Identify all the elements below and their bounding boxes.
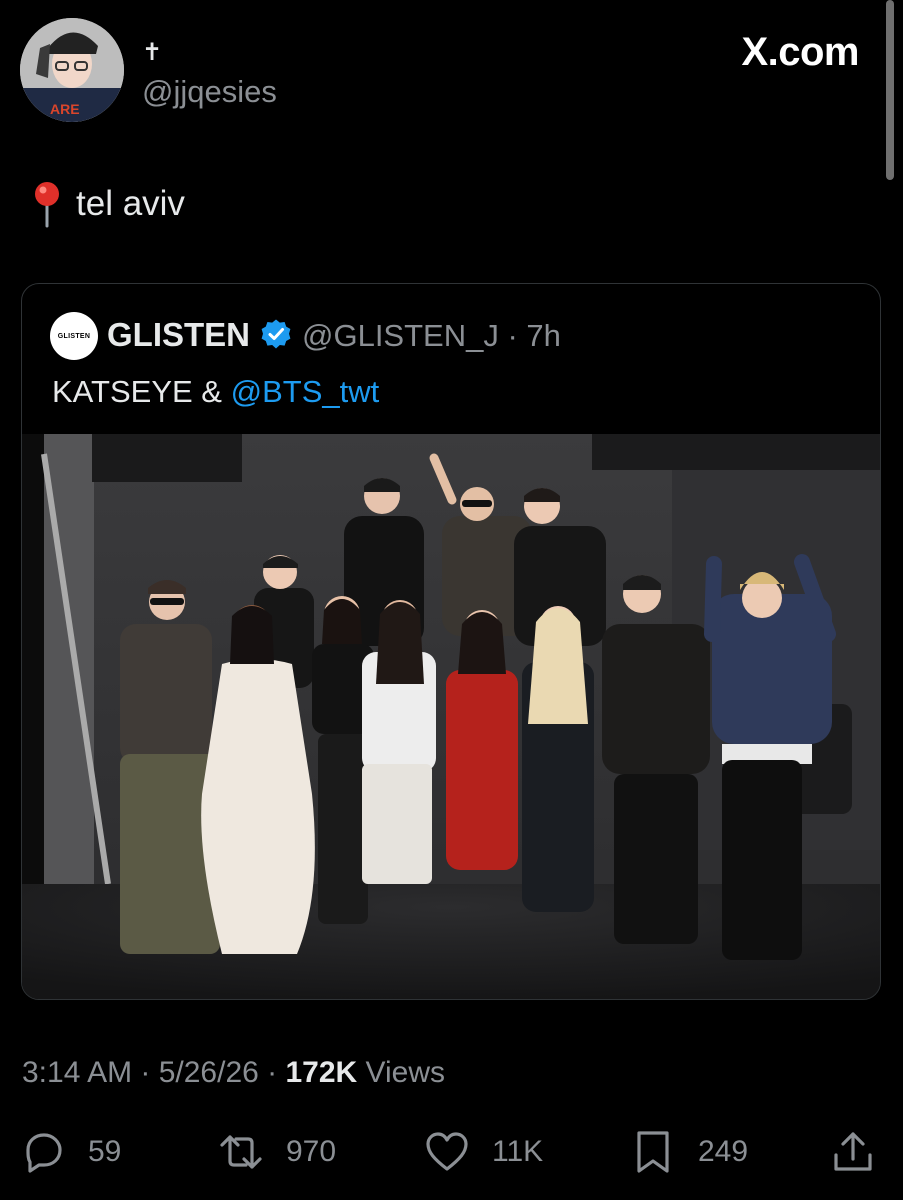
retweet-count: 970 [286, 1135, 337, 1168]
author-avatar[interactable]: ARE [20, 18, 124, 122]
tweet-text: tel aviv [76, 184, 185, 223]
round-pushpin-icon [35, 182, 59, 228]
mention-link[interactable]: @BTS_twt [231, 374, 380, 409]
reply-icon [26, 1133, 62, 1173]
reply-count: 59 [88, 1135, 122, 1168]
views-label: Views [357, 1056, 446, 1089]
quoted-text-prefix: KATSEYE & [52, 374, 231, 409]
author-handle[interactable]: @jjqesies [142, 74, 277, 110]
tweet-body: tel aviv [30, 180, 185, 228]
bookmark-button[interactable]: 249 [630, 1126, 748, 1178]
like-button[interactable]: 11K [424, 1126, 543, 1178]
tweet-timestamp[interactable]: 3:14 AM · 5/26/26 · [22, 1056, 285, 1089]
verified-badge-icon [261, 319, 291, 349]
quoted-tweet-text: KATSEYE & @BTS_twt [52, 374, 379, 410]
quoted-avatar-logo-text: GLISTEN [57, 332, 91, 340]
svg-text:ARE: ARE [50, 101, 80, 117]
bookmark-icon [637, 1131, 669, 1173]
author-display-name[interactable]: ✝ [142, 38, 162, 67]
retweet-icon [220, 1135, 262, 1169]
quoted-author-avatar[interactable]: GLISTEN [50, 312, 98, 360]
tweet-meta: 3:14 AM · 5/26/26 · 172K Views [22, 1056, 445, 1090]
x-logo: X.com [741, 30, 859, 74]
bookmark-count: 249 [698, 1135, 749, 1168]
share-icon [834, 1132, 872, 1171]
quoted-tweet-card[interactable]: GLISTEN GLISTEN @GLISTEN_J · 7h KATSEYE … [21, 283, 881, 1000]
quoted-author-handle-time[interactable]: @GLISTEN_J · 7h [302, 318, 561, 354]
quoted-tweet-photo[interactable] [22, 434, 880, 1000]
share-button[interactable] [830, 1126, 876, 1178]
views-count: 172K [285, 1056, 358, 1089]
like-count: 11K [492, 1135, 544, 1168]
scrollbar[interactable] [886, 0, 894, 180]
retweet-button[interactable]: 970 [218, 1126, 336, 1178]
quoted-author-name[interactable]: GLISTEN [107, 316, 250, 354]
reply-button[interactable]: 59 [20, 1126, 121, 1178]
heart-icon [426, 1132, 468, 1171]
